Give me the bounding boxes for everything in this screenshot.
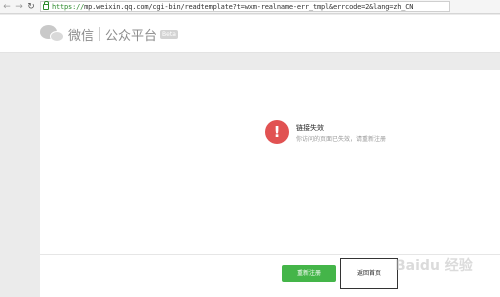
address-bar[interactable]: https://mp.weixin.qq.com/cgi-bin/readtem… <box>40 0 450 12</box>
logo-divider <box>99 27 101 41</box>
re-register-button[interactable]: 重新注册 <box>282 265 336 282</box>
back-arrow-icon[interactable]: ← <box>2 1 12 13</box>
error-title: 链接失效 <box>296 124 324 132</box>
browser-toolbar: ← → ↻ https://mp.weixin.qq.com/cgi-bin/r… <box>0 0 500 14</box>
logo-text: 微信 <box>68 28 95 44</box>
forward-arrow-icon[interactable]: → <box>14 1 24 13</box>
url-text: https://mp.weixin.qq.com/cgi-bin/readtem… <box>52 2 414 11</box>
wechat-logo[interactable]: 微信 公众平台 Beta <box>40 23 178 45</box>
wechat-bubbles-icon <box>40 23 66 45</box>
site-header: 微信 公众平台 Beta <box>0 15 500 53</box>
error-alert-icon: ! <box>265 120 289 144</box>
error-description: 你访问的页面已失效，请重新注册 <box>296 136 387 143</box>
return-home-button[interactable]: 返回首页 <box>340 258 398 289</box>
lock-icon <box>43 0 49 10</box>
baidu-watermark: Baidu 经验 <box>395 258 473 274</box>
platform-text: 公众平台 <box>105 28 158 44</box>
beta-badge: Beta <box>160 29 178 39</box>
reload-icon[interactable]: ↻ <box>26 1 36 13</box>
